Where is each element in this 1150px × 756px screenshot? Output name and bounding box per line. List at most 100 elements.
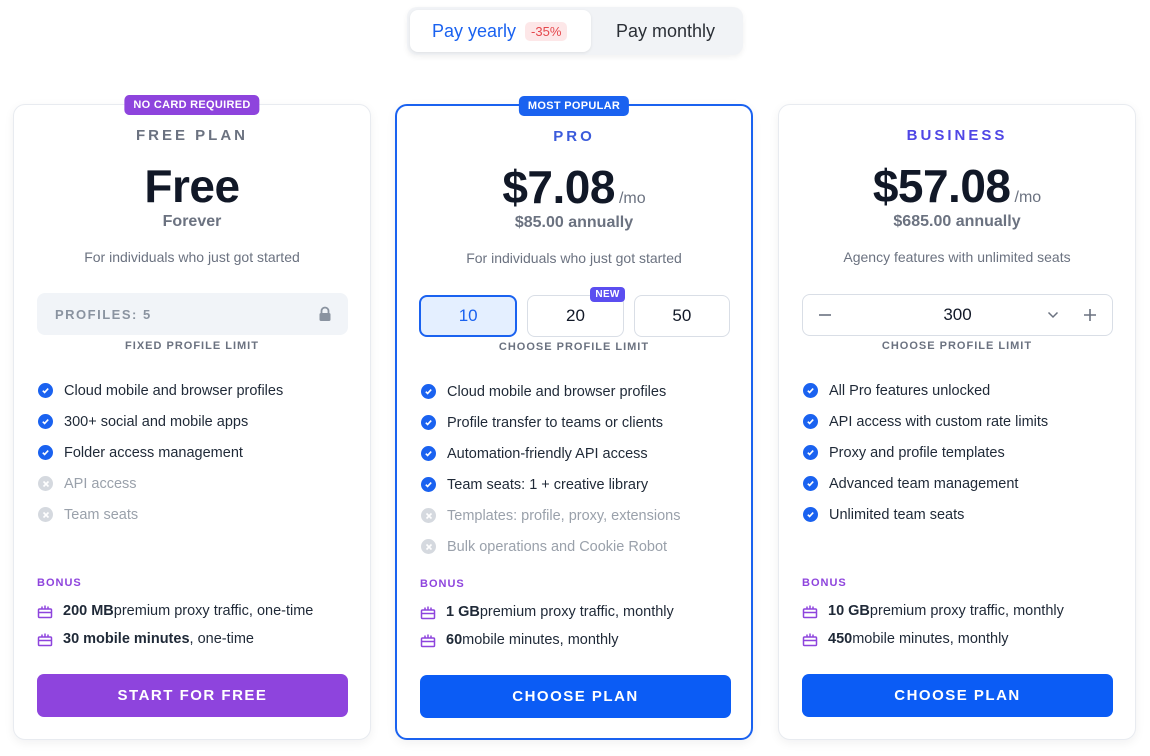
feature-item-disabled: Bulk operations and Cookie Robot xyxy=(421,531,680,562)
bonus-amount: 60 xyxy=(446,632,463,648)
check-icon xyxy=(421,415,436,430)
pay-monthly-option[interactable]: Pay monthly xyxy=(591,10,740,52)
check-icon xyxy=(38,414,53,429)
choose-plan-button[interactable]: CHOOSE PLAN xyxy=(420,675,731,718)
feature-label: Advanced team management xyxy=(829,475,1019,492)
feature-item: All Pro features unlocked xyxy=(803,375,1048,406)
profile-limit-value[interactable]: 300 xyxy=(847,305,1038,325)
pay-yearly-option[interactable]: Pay yearly -35% xyxy=(410,10,591,52)
bonus-title: BONUS xyxy=(420,578,465,590)
check-icon xyxy=(38,383,53,398)
bonus-list: 200 MB premium proxy traffic, one-time 3… xyxy=(37,597,313,653)
check-icon xyxy=(421,446,436,461)
bonus-item: 60 mobile minutes, monthly xyxy=(420,626,674,654)
feature-label: 300+ social and mobile apps xyxy=(64,413,249,430)
x-icon xyxy=(421,508,436,523)
gift-icon xyxy=(420,606,436,620)
gift-icon xyxy=(37,605,53,619)
profile-limit-value: 20 xyxy=(566,306,585,325)
check-icon xyxy=(803,445,818,460)
bonus-item: 1 GB premium proxy traffic, monthly xyxy=(420,598,674,626)
feature-label: Team seats xyxy=(64,506,139,523)
profile-limit-locked: PROFILES: 5 xyxy=(37,293,348,335)
bonus-text: premium proxy traffic, monthly xyxy=(869,603,1064,619)
bonus-list: 10 GB premium proxy traffic, monthly 450… xyxy=(802,597,1064,653)
profile-limit-option[interactable]: 10 xyxy=(419,295,518,337)
plan-description: For individuals who just got started xyxy=(84,249,300,265)
limit-caption: FIXED PROFILE LIMIT xyxy=(125,340,259,352)
minus-button[interactable] xyxy=(803,295,847,335)
feature-item: Cloud mobile and browser profiles xyxy=(38,375,283,406)
check-icon xyxy=(421,477,436,492)
bonus-item: 30 mobile minutes, one-time xyxy=(37,625,313,653)
lock-icon xyxy=(319,306,331,321)
feature-item-disabled: API access xyxy=(38,468,283,499)
feature-list: All Pro features unlocked API access wit… xyxy=(803,375,1048,530)
check-icon xyxy=(803,507,818,522)
check-icon xyxy=(803,414,818,429)
business-plan-card: BUSINESS $57.08/mo $685.00 annually Agen… xyxy=(778,104,1136,740)
check-icon xyxy=(421,384,436,399)
gift-icon xyxy=(802,633,818,647)
profile-limit-selector: 10 20 NEW 50 xyxy=(419,287,730,337)
plan-name: FREE PLAN xyxy=(135,127,248,144)
plan-name: PRO xyxy=(553,128,595,145)
subprice: $85.00 annually xyxy=(514,214,634,231)
no-card-required-ribbon: NO CARD REQUIRED xyxy=(124,95,260,115)
plus-button[interactable] xyxy=(1068,295,1112,335)
feature-item: Profile transfer to teams or clients xyxy=(421,407,680,438)
feature-item: Folder access management xyxy=(38,437,283,468)
per-month-label: /mo xyxy=(1014,189,1042,206)
bonus-amount: 450 xyxy=(828,631,853,647)
feature-label: Automation-friendly API access xyxy=(447,445,648,462)
feature-item: Unlimited team seats xyxy=(803,499,1048,530)
choose-plan-button[interactable]: CHOOSE PLAN xyxy=(802,674,1113,717)
feature-list: Cloud mobile and browser profiles Profil… xyxy=(421,376,680,562)
profile-limit-stepper: 300 xyxy=(802,294,1113,336)
bonus-text: , one-time xyxy=(189,631,254,647)
bonus-list: 1 GB premium proxy traffic, monthly 60 m… xyxy=(420,598,674,654)
feature-label: Unlimited team seats xyxy=(829,506,965,523)
price-row: $7.08/mo xyxy=(397,160,751,214)
bonus-text: premium proxy traffic, one-time xyxy=(113,603,314,619)
feature-item: Automation-friendly API access xyxy=(421,438,680,469)
subprice: Forever xyxy=(162,213,222,230)
bonus-text: mobile minutes, monthly xyxy=(852,631,1009,647)
dropdown-toggle[interactable] xyxy=(1038,311,1068,319)
feature-label: API access with custom rate limits xyxy=(829,413,1049,430)
feature-item: Advanced team management xyxy=(803,468,1048,499)
plus-icon xyxy=(1084,309,1096,321)
gift-icon xyxy=(802,605,818,619)
profile-limit-option[interactable]: 50 xyxy=(633,295,730,337)
start-for-free-button[interactable]: START FOR FREE xyxy=(37,674,348,717)
bonus-amount: 10 GB xyxy=(828,603,870,619)
bonus-text: premium proxy traffic, monthly xyxy=(479,604,674,620)
pay-yearly-label: Pay yearly xyxy=(432,20,517,41)
bonus-item: 10 GB premium proxy traffic, monthly xyxy=(802,597,1064,625)
plan-description: Agency features with unlimited seats xyxy=(843,249,1071,265)
feature-label: Profile transfer to teams or clients xyxy=(447,414,663,431)
profile-limit-option[interactable]: 20 NEW xyxy=(527,287,625,337)
pay-monthly-label: Pay monthly xyxy=(615,20,716,41)
profiles-label: PROFILES: 5 xyxy=(55,306,152,322)
check-icon xyxy=(38,445,53,460)
limit-caption: CHOOSE PROFILE LIMIT xyxy=(881,340,1033,352)
plan-name: BUSINESS xyxy=(906,127,1008,144)
feature-item: 300+ social and mobile apps xyxy=(38,406,283,437)
feature-label: Cloud mobile and browser profiles xyxy=(64,382,284,399)
discount-badge: -35% xyxy=(525,21,568,41)
feature-item: Proxy and profile templates xyxy=(803,437,1048,468)
feature-label: Cloud mobile and browser profiles xyxy=(447,383,667,400)
limit-caption: CHOOSE PROFILE LIMIT xyxy=(498,341,650,353)
feature-label: API access xyxy=(64,475,137,492)
feature-label: Folder access management xyxy=(64,444,243,461)
feature-item: Cloud mobile and browser profiles xyxy=(421,376,680,407)
feature-item: Team seats: 1 + creative library xyxy=(421,469,680,500)
price: Free xyxy=(144,160,240,212)
bonus-title: BONUS xyxy=(37,577,82,589)
price-row: Free xyxy=(14,159,370,213)
price: $7.08 xyxy=(502,161,615,213)
bonus-amount: 1 GB xyxy=(446,604,480,620)
check-icon xyxy=(803,383,818,398)
subprice: $685.00 annually xyxy=(893,213,1021,230)
